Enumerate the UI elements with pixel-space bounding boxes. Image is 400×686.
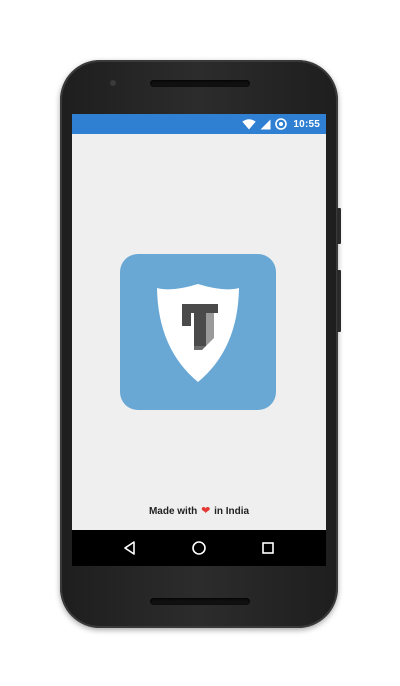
back-button[interactable] (120, 538, 140, 558)
made-with-footer: Made with ❤ in India (72, 504, 326, 517)
home-icon (192, 541, 206, 555)
home-button[interactable] (189, 538, 209, 558)
signal-icon (260, 119, 271, 130)
data-saver-icon (275, 118, 288, 130)
bottom-speaker-grille (150, 598, 250, 605)
app-logo-tile (120, 254, 276, 410)
power-button (337, 208, 341, 244)
footer-suffix: in India (214, 506, 250, 517)
navigation-bar (72, 530, 326, 566)
footer-prefix: Made with (148, 506, 198, 517)
front-camera (110, 80, 116, 86)
status-clock: 10:55 (293, 118, 320, 130)
status-bar: 10:55 (72, 114, 326, 134)
recents-icon (262, 542, 274, 554)
recents-button[interactable] (258, 538, 278, 558)
back-icon (124, 541, 135, 555)
shield-t-logo (157, 284, 239, 382)
top-speaker-grille (150, 80, 250, 87)
wifi-icon (242, 118, 257, 130)
volume-rocker (337, 270, 341, 332)
screen: 10:55 Made with ❤ in India (72, 114, 326, 566)
status-icons: 10:55 (242, 114, 320, 134)
heart-icon: ❤ (201, 505, 211, 517)
